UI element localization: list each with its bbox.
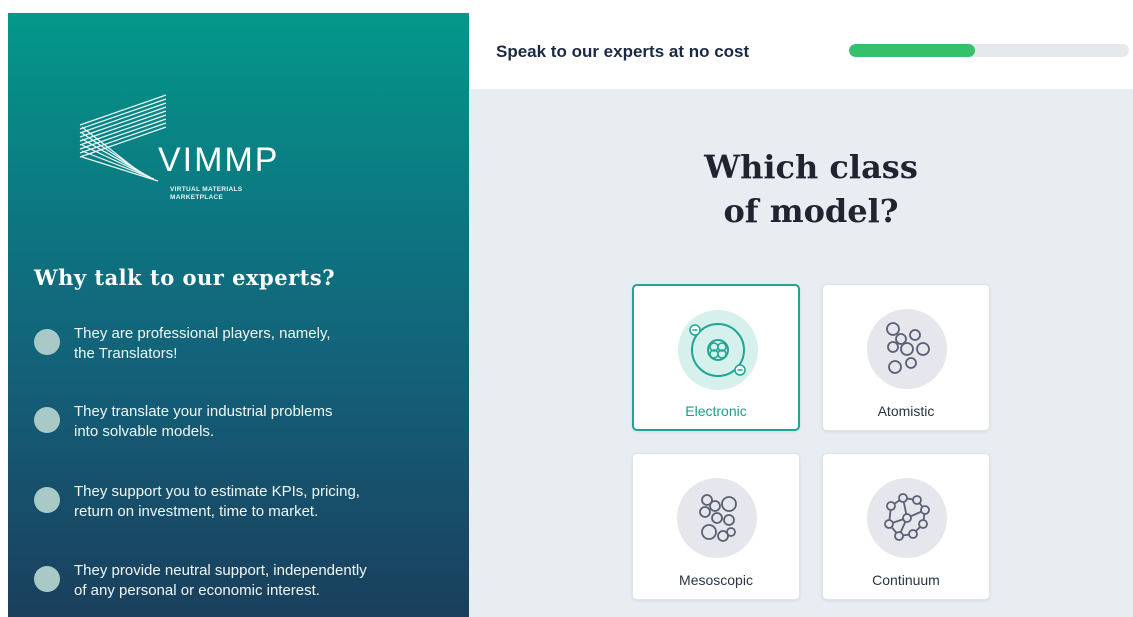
bullet-dot-icon [34,566,60,592]
reason-line: They provide neutral support, independen… [74,562,367,579]
progress-fill [849,44,975,57]
network-icon [867,478,947,558]
option-mesoscopic[interactable]: Mesoscopic [632,453,800,600]
question-title: Which class of model? [469,145,1133,233]
option-continuum[interactable]: Continuum [822,453,990,600]
bullet-dot-icon [34,487,60,513]
reason-line: of any personal or economic interest. [74,582,320,599]
option-label: Atomistic [877,403,935,419]
brand-subtitle-line2: MARKETPLACE [170,194,224,201]
bullet-dot-icon [34,329,60,355]
reason-text: They provide neutral support, independen… [74,561,434,601]
option-label: Electronic [685,403,747,419]
atoms-icon [867,309,947,389]
vimmp-logo: VIMMP VIRTUAL MATERIALS MARKETPLACE [78,93,298,203]
reason-line: They support you to estimate KPIs, prici… [74,483,360,500]
bullet-dot-icon [34,407,60,433]
header-bar: Speak to our experts at no cost [469,13,1133,89]
main-content: Which class of model? Electronic Atomist… [469,89,1133,617]
reason-text: They support you to estimate KPIs, prici… [74,482,434,522]
sidebar-title: Why talk to our experts? [34,265,335,290]
header-title: Speak to our experts at no cost [496,42,750,61]
reason-text: They translate your industrial problems … [74,402,434,442]
molecule-cluster-icon [677,478,757,558]
question-line: Which class [704,148,918,186]
option-label: Mesoscopic [679,572,753,588]
option-label: Continuum [872,572,940,588]
brand-subtitle: VIRTUAL MATERIALS MARKETPLACE [170,186,280,202]
electron-orbit-icon [678,310,758,390]
option-atomistic[interactable]: Atomistic [822,284,990,431]
brand-subtitle-line1: VIRTUAL MATERIALS [170,186,243,193]
reason-line: return on investment, time to market. [74,503,319,520]
reason-line: They translate your industrial problems [74,403,333,420]
sidebar-panel: VIMMP VIRTUAL MATERIALS MARKETPLACE Why … [8,13,469,617]
progress-bar [849,44,1129,57]
option-electronic[interactable]: Electronic [632,284,800,431]
reason-line: They are professional players, namely, [74,325,331,342]
question-line: of model? [723,192,899,230]
reason-line: into solvable models. [74,423,215,440]
reason-text: They are professional players, namely, t… [74,324,434,364]
brand-name: VIMMP [158,141,280,179]
reason-line: the Translators! [74,345,178,362]
